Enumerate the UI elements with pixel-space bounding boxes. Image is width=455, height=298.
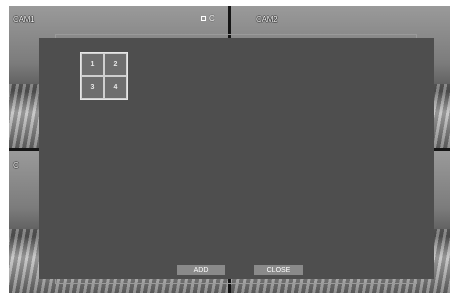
camera-label-2: CAM2 <box>256 15 278 24</box>
camera-label-1: CAM1 <box>13 15 35 24</box>
layout-dialog: 1 2 3 4 ADD CLOSE <box>39 38 434 279</box>
record-status-icon <box>201 16 206 21</box>
grid-cell-3[interactable]: 3 <box>81 76 104 99</box>
grid-cell-4[interactable]: 4 <box>104 76 127 99</box>
camera-label-3: C <box>13 161 19 170</box>
grid-cell-1[interactable]: 1 <box>81 53 104 76</box>
grid-cell-2[interactable]: 2 <box>104 53 127 76</box>
camera-view: CAM1 C CAM2 C 1 2 3 4 ADD CLOSE <box>9 6 450 293</box>
split-layout-grid: 1 2 3 4 <box>80 52 128 100</box>
close-button[interactable]: CLOSE <box>254 265 303 275</box>
add-button[interactable]: ADD <box>177 265 225 275</box>
status-text: C <box>209 14 215 23</box>
